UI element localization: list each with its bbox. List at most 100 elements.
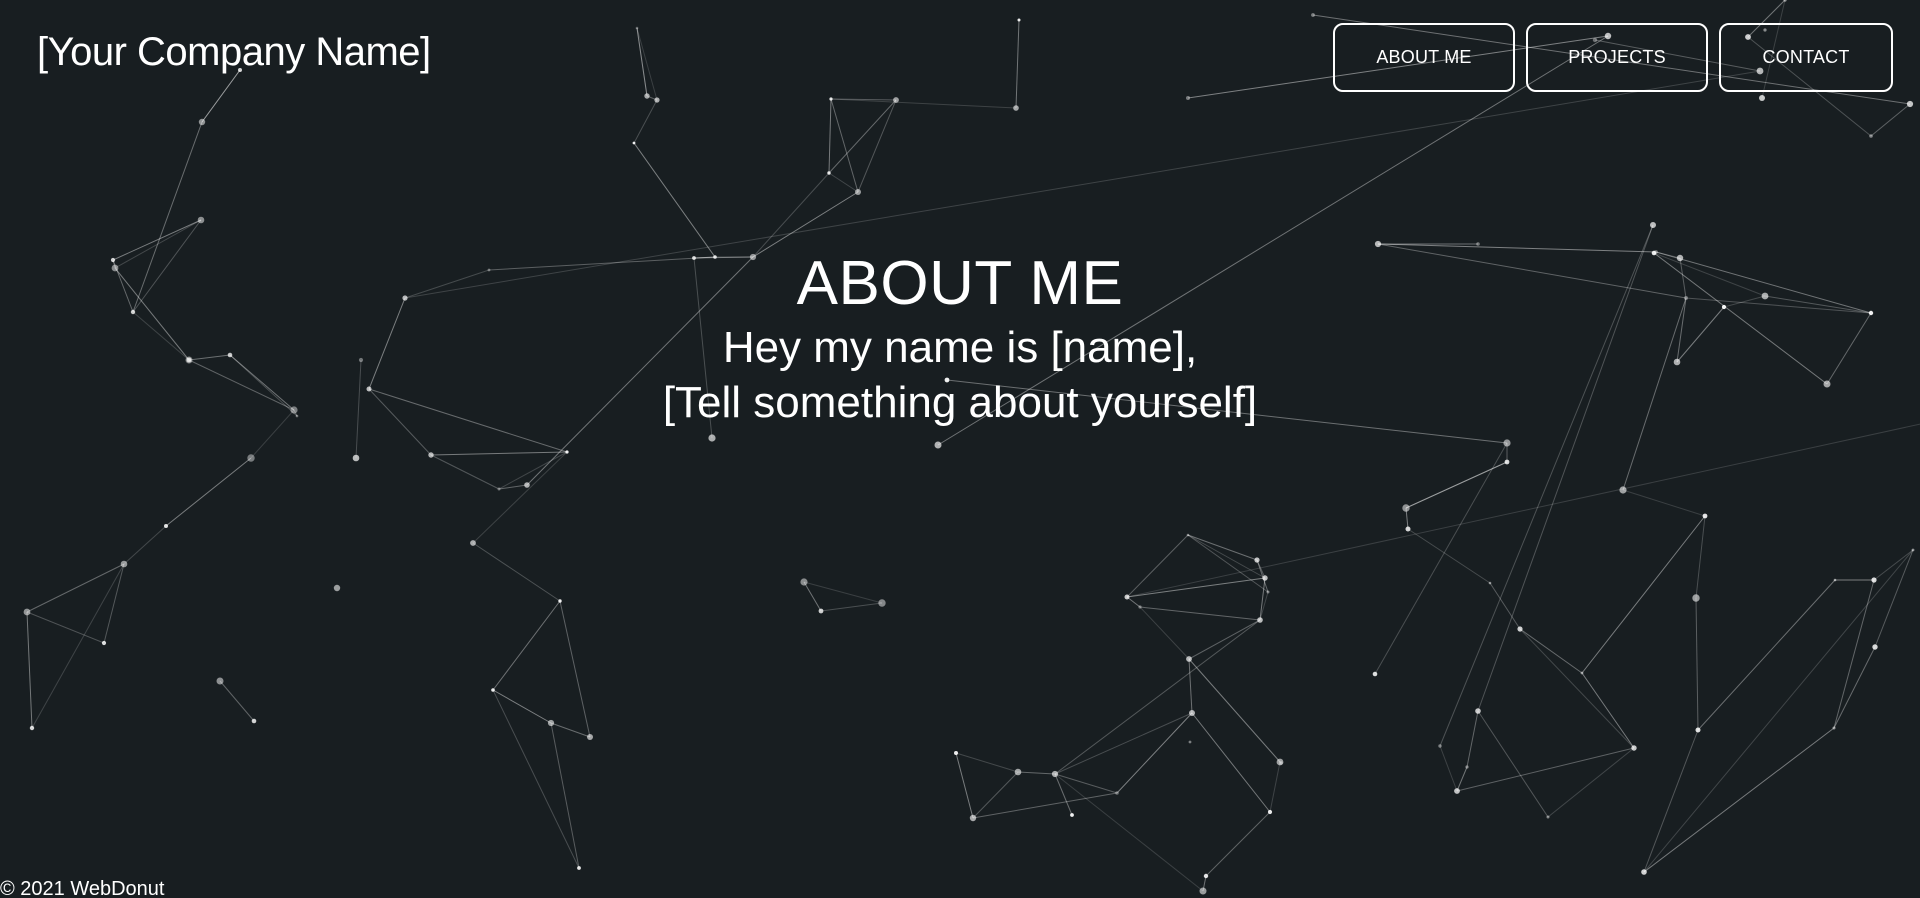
network-node: [164, 524, 168, 528]
network-link: [955, 752, 974, 819]
network-link: [1188, 658, 1193, 714]
network-node: [635, 26, 639, 30]
particle-network-background: [23, 0, 1920, 895]
network-link: [1407, 528, 1491, 584]
network-link: [26, 611, 33, 729]
network-node: [1267, 809, 1273, 815]
network-node: [708, 434, 716, 442]
network-link: [1054, 773, 1204, 892]
network-node: [1014, 768, 1022, 776]
network-node: [1504, 459, 1510, 465]
network-node: [1203, 873, 1209, 879]
network-node: [558, 599, 562, 603]
network-link: [492, 689, 580, 869]
network-node: [101, 640, 107, 646]
network-link: [828, 98, 832, 174]
network-node: [216, 677, 224, 685]
network-node: [1186, 533, 1190, 537]
network-node: [1013, 105, 1019, 111]
network-node: [1372, 671, 1378, 677]
network-link: [1054, 619, 1261, 775]
network-node: [1641, 869, 1647, 875]
network-node: [1186, 96, 1190, 100]
network-link: [1405, 461, 1508, 509]
network-node: [1503, 439, 1511, 447]
network-node: [1257, 617, 1263, 623]
network-node: [565, 450, 569, 454]
hero-title: ABOUT ME: [796, 249, 1124, 318]
network-node: [1405, 526, 1411, 532]
nav-about-me-button[interactable]: ABOUT ME: [1333, 23, 1515, 92]
network-node: [352, 454, 360, 462]
main-nav: ABOUT ME PROJECTS CONTACT: [1333, 23, 1893, 92]
network-node: [1650, 222, 1656, 228]
hero-intro-line: Hey my name is [name],: [722, 323, 1198, 372]
network-node: [1580, 671, 1584, 675]
network-link: [1116, 712, 1193, 794]
nav-contact-button[interactable]: CONTACT: [1719, 23, 1893, 92]
hero-description-line: [Tell something about yourself]: [662, 378, 1258, 427]
network-node: [1832, 726, 1836, 730]
network-link: [1374, 442, 1508, 675]
network-node: [1115, 791, 1119, 795]
network-link: [803, 581, 883, 604]
network-link: [1519, 628, 1583, 674]
network-node: [1869, 134, 1873, 138]
network-link: [1697, 579, 1836, 731]
network-node: [197, 216, 205, 224]
network-node: [1262, 575, 1268, 581]
network-link: [1187, 534, 1258, 561]
network-link: [219, 680, 255, 722]
network-node: [1631, 745, 1637, 751]
network-node: [1254, 557, 1260, 563]
network-node: [1619, 486, 1627, 494]
network-link: [1126, 534, 1189, 598]
nav-projects-button[interactable]: PROJECTS: [1526, 23, 1708, 92]
network-link: [1015, 19, 1020, 109]
network-link: [633, 99, 658, 144]
network-node: [1402, 504, 1410, 512]
network-node: [491, 688, 495, 692]
network-link: [1477, 710, 1549, 818]
network-link: [1126, 577, 1266, 598]
network-link: [559, 600, 591, 738]
network-node: [800, 578, 808, 586]
network-node: [1189, 710, 1195, 716]
network-node: [1488, 581, 1492, 585]
network-node: [1186, 656, 1192, 662]
network-node: [1199, 887, 1207, 895]
network-node: [470, 540, 476, 546]
network-link: [201, 69, 241, 123]
network-node: [1871, 577, 1877, 583]
network-node: [1188, 740, 1192, 744]
network-link: [492, 689, 552, 724]
network-node: [198, 118, 206, 126]
network-link: [1581, 672, 1635, 749]
network-link: [472, 451, 568, 544]
network-link: [1188, 658, 1281, 763]
brand-logo[interactable]: [Your Company Name]: [37, 30, 431, 75]
network-link: [857, 99, 897, 193]
network-link: [1187, 534, 1266, 579]
network-link: [1833, 646, 1876, 729]
network-node: [954, 751, 958, 755]
network-node: [1911, 548, 1915, 552]
network-node: [1702, 513, 1708, 519]
network-node: [878, 599, 886, 607]
network-link: [1695, 597, 1699, 731]
network-node: [524, 482, 530, 488]
network-node: [577, 866, 581, 870]
network-link: [1643, 729, 1699, 873]
network-link: [430, 451, 568, 456]
network-node: [644, 93, 650, 99]
network-link: [1456, 766, 1468, 792]
network-node: [1695, 727, 1701, 733]
network-node: [1374, 240, 1382, 248]
network-node: [1692, 594, 1700, 602]
network-node: [1475, 708, 1481, 714]
network-link: [1269, 761, 1281, 813]
network-link: [165, 457, 252, 527]
network-link: [1581, 515, 1706, 674]
network-node: [827, 171, 831, 175]
network-link: [123, 525, 167, 565]
